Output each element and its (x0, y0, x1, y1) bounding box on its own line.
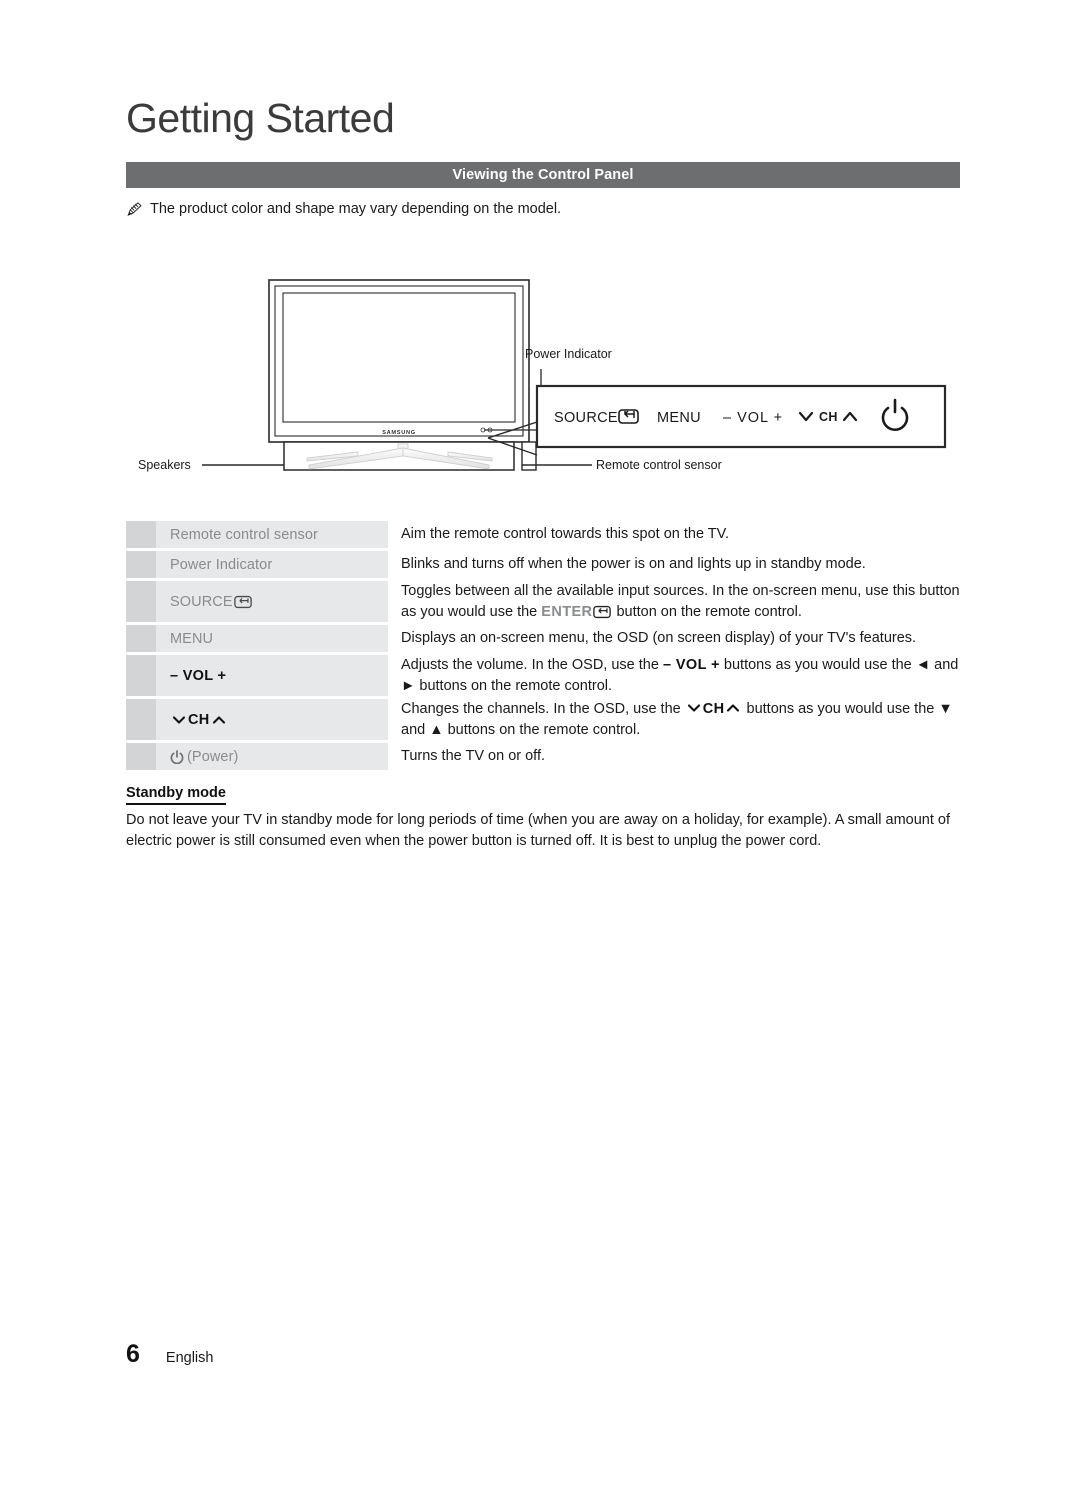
row-marker (126, 521, 156, 548)
table-row: MENU Displays an on-screen menu, the OSD… (126, 625, 960, 652)
control-panel-callout-box: SOURCE MENU – VOL + CH (535, 384, 947, 449)
panel-vol-label[interactable]: – VOL + (723, 410, 783, 426)
tv-control-panel-figure: SAMSUNG Power Indicator SOURCE MENU – VO… (126, 262, 960, 487)
table-row: (Power) Turns the TV on or off. (126, 743, 960, 770)
row-description-text: Blinks and turns off when the power is o… (401, 556, 866, 573)
row-marker (126, 625, 156, 652)
tv-diagram-svg: SAMSUNG Power Indicator SOURCE MENU – VO… (138, 279, 947, 472)
row-description: Blinks and turns off when the power is o… (388, 551, 960, 578)
note-text: The product color and shape may vary dep… (150, 201, 562, 217)
table-row: – VOL + Adjusts the volume. In the OSD, … (126, 655, 960, 696)
tv-body (268, 279, 530, 443)
row-description: Displays an on-screen menu, the OSD (on … (388, 625, 960, 652)
desc-part-1: Changes the channels. In the OSD, use th… (401, 701, 685, 717)
callout-speakers: Speakers (138, 458, 191, 472)
pencil-icon (127, 202, 142, 217)
row-marker (126, 581, 156, 622)
chevron-down-icon (172, 715, 186, 724)
chevron-down-icon (687, 704, 700, 712)
page-number: 6 (126, 1340, 140, 1368)
row-label-text: (Power) (187, 748, 239, 765)
tv-side-panel (521, 441, 537, 471)
section-title: Viewing the Control Panel (452, 167, 634, 183)
row-label: – VOL + (156, 655, 388, 696)
desc-part-2: button on the remote control. (612, 603, 802, 620)
standby-mode-heading: Standby mode (126, 785, 226, 805)
page-title: Getting Started (126, 95, 395, 141)
enter-icon (233, 595, 252, 608)
page-footer: 6 English (126, 1340, 213, 1369)
row-description: Toggles between all the available input … (388, 581, 960, 622)
row-description: Turns the TV on or off. (388, 743, 960, 770)
samsung-logo: SAMSUNG (382, 430, 416, 436)
panel-source-label[interactable]: SOURCE (554, 410, 618, 426)
row-label: Power Indicator (156, 551, 388, 578)
callout-remote-control-sensor: Remote control sensor (596, 458, 722, 472)
row-label-text: SOURCE (170, 593, 233, 610)
row-marker (126, 551, 156, 578)
row-description: Adjusts the volume. In the OSD, use the … (388, 655, 960, 696)
standby-mode-body: Do not leave your TV in standby mode for… (126, 812, 950, 849)
row-marker (126, 743, 156, 770)
row-label: Remote control sensor (156, 521, 388, 548)
row-label: (Power) (156, 743, 388, 770)
table-row: Remote control sensor Aim the remote con… (126, 521, 960, 548)
panel-ch-label: CH (819, 410, 838, 424)
table-row: SOURCE Toggles between all the available… (126, 581, 960, 622)
row-description-text: Changes the channels. In the OSD, use th… (401, 699, 960, 740)
row-marker (126, 699, 156, 740)
desc-keyword: ENTER (541, 603, 593, 620)
power-icon (170, 749, 184, 764)
row-description: Changes the channels. In the OSD, use th… (388, 699, 960, 740)
row-description-text: Aim the remote control towards this spot… (401, 526, 730, 543)
desc-keyword: CH (702, 701, 725, 717)
chevron-up-icon (212, 715, 225, 724)
row-description: Aim the remote control towards this spot… (388, 521, 960, 548)
enter-icon (593, 605, 612, 618)
row-description-text: Toggles between all the available input … (401, 581, 960, 622)
row-marker (126, 655, 156, 696)
row-description-text: Displays an on-screen menu, the OSD (on … (401, 630, 917, 647)
row-label: SOURCE (156, 581, 388, 622)
manual-page: Getting Started Viewing the Control Pane… (0, 0, 1080, 1494)
section-header-bar: Viewing the Control Panel (126, 162, 960, 188)
page-language: English (165, 1350, 214, 1366)
row-label: MENU (156, 625, 388, 652)
desc-part-1: Adjusts the volume. In the OSD, use the (401, 657, 663, 673)
panel-menu-label[interactable]: MENU (657, 410, 701, 426)
row-label: CH (156, 699, 388, 740)
note-row: The product color and shape may vary dep… (126, 199, 561, 219)
control-panel-spec-table: Remote control sensor Aim the remote con… (126, 521, 960, 773)
row-label-text: CH (188, 711, 210, 728)
row-description-text: Turns the TV on or off. (401, 748, 546, 765)
table-row: CH Changes the channels. In the OSD, use… (126, 699, 960, 740)
row-description-text: Adjusts the volume. In the OSD, use the … (401, 655, 960, 696)
chevron-up-icon (727, 704, 740, 712)
desc-keyword: – VOL + (662, 657, 720, 673)
table-row: Power Indicator Blinks and turns off whe… (126, 551, 960, 578)
callout-power-indicator: Power Indicator (525, 347, 612, 361)
